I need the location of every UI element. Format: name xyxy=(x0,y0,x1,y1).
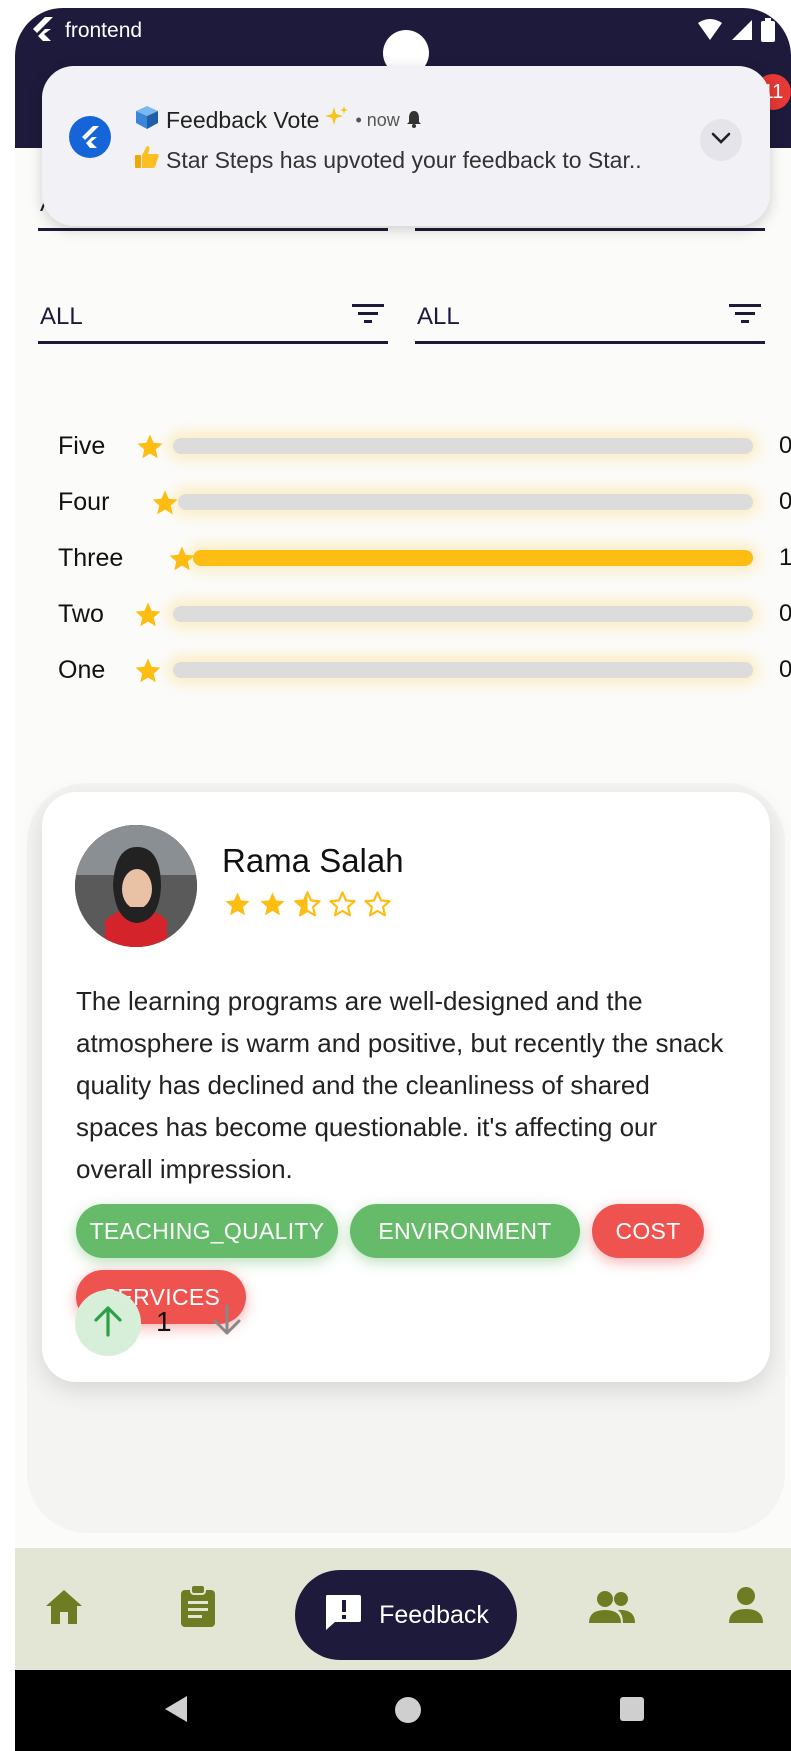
filter-select-one[interactable]: ALL xyxy=(38,291,388,344)
vote-count: 1 xyxy=(156,1306,172,1337)
star-filled-icon xyxy=(258,890,287,924)
sparkles-icon xyxy=(325,105,349,135)
star-icon xyxy=(167,544,197,579)
battery-icon xyxy=(761,18,775,48)
notification-body: Star Steps has upvoted your feedback to … xyxy=(166,146,642,173)
filter-one-value: ALL xyxy=(40,303,83,330)
status-app-name: frontend xyxy=(65,19,143,42)
avatar xyxy=(75,825,197,947)
rating-bar-track xyxy=(178,494,753,510)
star-empty-icon xyxy=(328,890,357,924)
person-icon[interactable] xyxy=(728,1586,764,1629)
rating-bar-fill xyxy=(193,550,753,566)
rating-row-four[interactable]: Four 0 xyxy=(43,482,791,523)
rating-row-three[interactable]: Three 1 xyxy=(43,538,791,579)
arrow-up-icon xyxy=(93,1305,123,1342)
rating-count: 0 xyxy=(779,600,791,627)
group-icon[interactable] xyxy=(588,1590,636,1629)
flutter-icon xyxy=(31,16,53,48)
chevron-down-icon xyxy=(711,131,731,149)
rating-row-two[interactable]: Two 0 xyxy=(43,594,791,635)
filter-icon xyxy=(729,302,761,331)
tag-environment[interactable]: ENVIRONMENT xyxy=(350,1204,580,1258)
rating-count: 0 xyxy=(779,656,791,683)
notification-time: • now xyxy=(355,109,400,130)
recents-icon[interactable] xyxy=(619,1696,645,1727)
rating-label: Five xyxy=(58,432,106,460)
rating-count: 0 xyxy=(779,488,791,515)
filter-select-two[interactable]: ALL xyxy=(415,291,765,344)
rating-row-one[interactable]: One 0 xyxy=(43,650,791,691)
feedback-icon xyxy=(323,1592,363,1639)
expand-notification-button[interactable] xyxy=(700,119,742,161)
signal-icon xyxy=(731,19,753,47)
thumbs-up-icon xyxy=(134,144,160,176)
rating-bar-track xyxy=(173,438,753,454)
rating-count: 0 xyxy=(779,432,791,459)
star-icon xyxy=(135,432,165,467)
review-card: Rama Salah The learning programs are wel… xyxy=(42,792,770,1382)
filter-icon xyxy=(352,302,384,331)
star-icon xyxy=(150,488,180,523)
rating-label: One xyxy=(58,656,106,684)
home-circle-icon[interactable] xyxy=(394,1696,422,1729)
upvote-button[interactable] xyxy=(75,1290,141,1356)
arrow-down-icon xyxy=(212,1304,242,1340)
tag-cost[interactable]: COST xyxy=(592,1204,704,1258)
review-rating-stars xyxy=(223,890,392,924)
rating-bar-track xyxy=(173,606,753,622)
package-icon xyxy=(134,104,160,136)
system-navigation-bar xyxy=(15,1670,791,1751)
star-icon xyxy=(133,656,163,691)
rating-bar-track xyxy=(193,550,753,566)
clipboard-icon[interactable] xyxy=(179,1584,217,1633)
reviewer-name: Rama Salah xyxy=(222,842,404,879)
nav-feedback-label: Feedback xyxy=(379,1600,489,1629)
push-notification[interactable]: Feedback Vote • now Star Steps has upvot… xyxy=(42,66,770,226)
star-icon xyxy=(133,600,163,635)
home-icon[interactable] xyxy=(44,1588,84,1631)
rating-count: 1 xyxy=(779,544,791,571)
downvote-button[interactable] xyxy=(212,1304,242,1341)
nav-feedback-active[interactable]: Feedback xyxy=(295,1570,517,1660)
filter-two-value: ALL xyxy=(417,303,460,330)
phone-screen: frontend 11 ASC createdAt ALL xyxy=(15,8,791,1751)
app-icon xyxy=(69,116,111,158)
star-empty-icon xyxy=(363,890,392,924)
star-filled-icon xyxy=(223,890,252,924)
rating-label: Three xyxy=(58,544,124,572)
star-half-icon xyxy=(293,890,322,924)
rating-row-five[interactable]: Five 0 xyxy=(43,426,791,467)
rating-bar-track xyxy=(173,662,753,678)
wifi-icon xyxy=(697,19,723,47)
back-icon[interactable] xyxy=(163,1694,189,1729)
review-text: The learning programs are well-designed … xyxy=(76,986,724,1184)
bell-icon xyxy=(406,107,422,134)
rating-label: Two xyxy=(58,600,104,628)
tag-teaching-quality[interactable]: TEACHING_QUALITY xyxy=(76,1204,338,1258)
rating-label: Four xyxy=(58,488,110,516)
notification-title: Feedback Vote xyxy=(166,106,320,133)
bottom-nav: Feedback xyxy=(15,1548,791,1670)
